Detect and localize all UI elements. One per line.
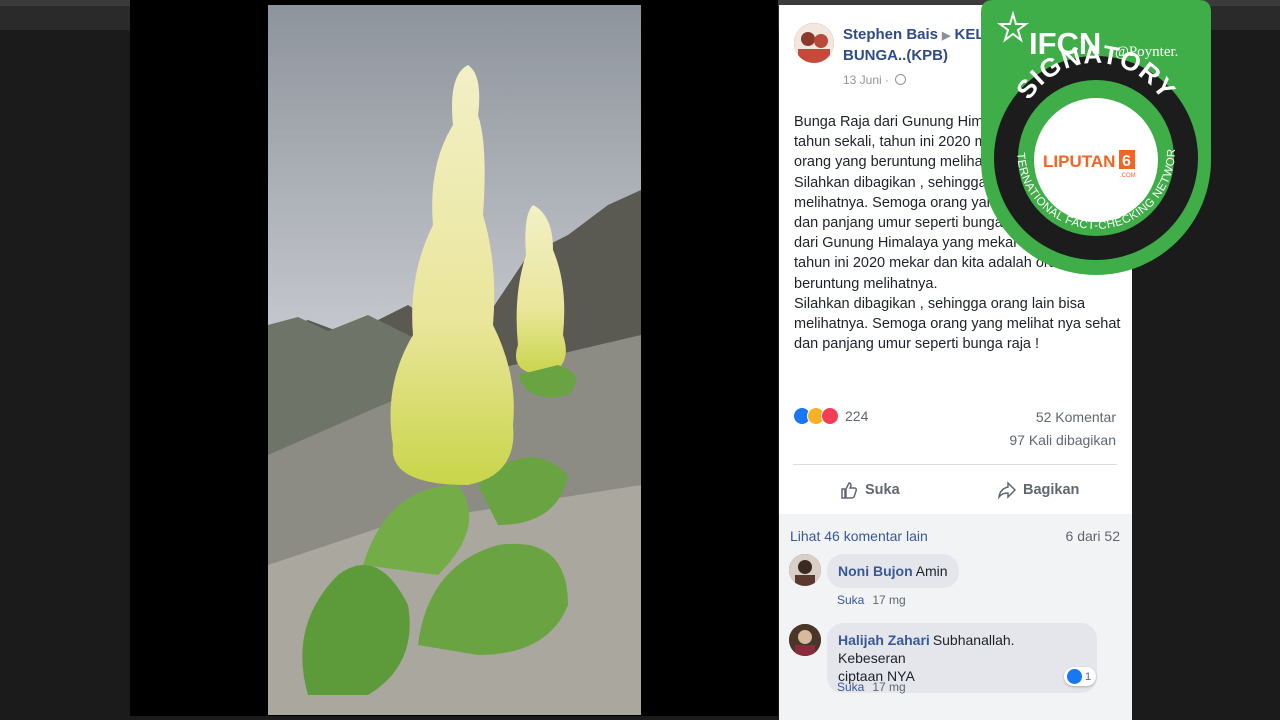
post-date[interactable]: 13 Juni · <box>843 73 907 87</box>
globe-icon <box>895 74 907 85</box>
post-text-line: melihatnya. Semoga orang yang melihat ny… <box>794 316 1121 333</box>
comment-avatar-image <box>789 554 821 586</box>
liputan-domain: .COM <box>1120 173 1136 179</box>
thumbs-up-icon <box>841 482 858 499</box>
post-text-line: dan panjang umur seperti bunga raja ! <box>794 336 1040 353</box>
comment-like-link[interactable]: Suka <box>837 593 864 607</box>
comment-author[interactable]: Halijah Zahari <box>838 632 930 648</box>
comment-meta: Suka 17 mg <box>837 680 906 694</box>
comment-reaction-count: 1 <box>1085 670 1092 683</box>
comment-time[interactable]: 17 mg <box>872 680 905 694</box>
post-date-text: 13 Juni <box>843 73 882 87</box>
reaction-count: 224 <box>845 408 869 424</box>
comment-text: Amin <box>915 563 948 579</box>
comment-author[interactable]: Noni Bujon <box>838 563 913 579</box>
himalaya-plant-image <box>268 5 641 715</box>
love-reaction-icon <box>821 407 839 425</box>
comment-meta: Suka 17 mg <box>837 593 906 607</box>
comment-like-link[interactable]: Suka <box>837 680 864 694</box>
ifcn-signatory-badge: IFCN @Poynter. SIGNATORY INTERNATIONAL F… <box>981 0 1211 275</box>
comments-count[interactable]: 52 Komentar <box>1036 409 1116 425</box>
shares-count[interactable]: 97 Kali dibagikan <box>1009 432 1116 448</box>
comment-reactions[interactable]: 1 <box>1064 667 1097 686</box>
group-name-line2[interactable]: BUNGA..(KPB) <box>843 47 948 64</box>
arrow-right-icon: ▶ <box>942 30 951 42</box>
avatar-image <box>794 23 834 63</box>
divider <box>793 464 1117 465</box>
like-button[interactable]: Suka <box>839 477 900 503</box>
comments-page-count: 6 dari 52 <box>1065 528 1120 544</box>
share-label: Bagikan <box>1023 482 1080 498</box>
comment-avatar[interactable] <box>789 624 821 656</box>
comment-bubble: Noni Bujon Amin <box>827 554 959 588</box>
author-avatar[interactable] <box>794 23 834 63</box>
post-photo[interactable] <box>268 5 641 715</box>
share-arrow-icon <box>997 481 1017 500</box>
view-more-comments-link[interactable]: Lihat 46 komentar lain <box>790 528 928 544</box>
comment-avatar-image <box>789 624 821 656</box>
like-reaction-icon <box>1067 669 1082 684</box>
author-name[interactable]: Stephen Bais <box>843 26 938 43</box>
comment-avatar[interactable] <box>789 554 821 586</box>
share-button[interactable]: Bagikan <box>997 477 1079 503</box>
liputan-number: 6 <box>1122 153 1131 170</box>
comments-section: Lihat 46 komentar lain 6 dari 52 Noni Bu… <box>779 514 1132 720</box>
post-text-line: Silahkan dibagikan , sehingga orang lain… <box>794 295 1086 312</box>
comment-time[interactable]: 17 mg <box>872 593 905 607</box>
like-label: Suka <box>865 482 900 498</box>
reactions-summary[interactable]: 224 <box>793 407 868 425</box>
liputan-text: LIPUTAN <box>1043 152 1115 171</box>
